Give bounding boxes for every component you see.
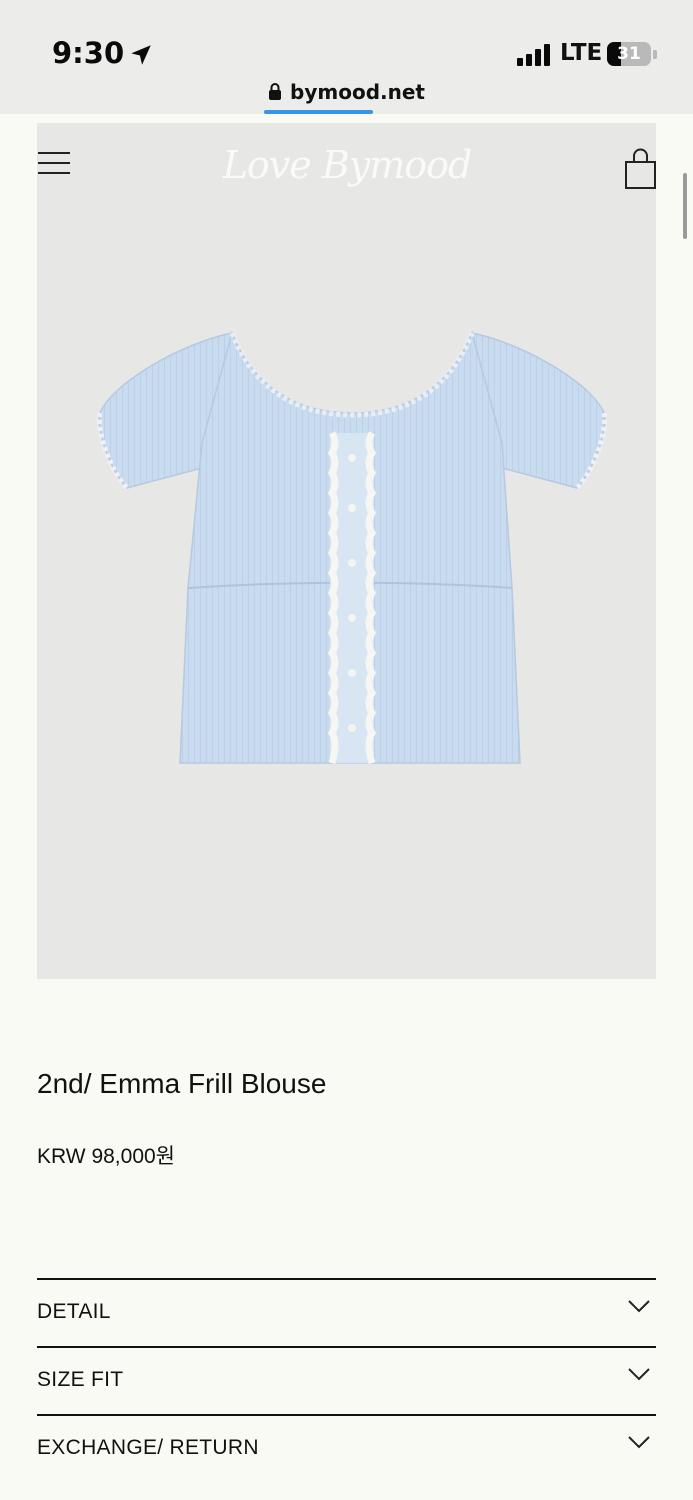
accordion-detail[interactable]: DETAIL (37, 1278, 656, 1346)
status-bar: 9:30 LTE 31 bymood.net (0, 0, 693, 114)
product-title: 2nd/ Emma Frill Blouse (37, 1068, 327, 1099)
cellular-signal-icon (517, 44, 553, 66)
location-arrow-icon (131, 45, 151, 65)
chevron-down-icon (628, 1300, 650, 1313)
url-text: bymood.net (290, 80, 425, 104)
accordion-exchange-return[interactable]: EXCHANGE/ RETURN (37, 1414, 656, 1482)
product-price: KRW 98,000원 (37, 1145, 175, 1168)
battery-percent: 31 (617, 44, 641, 64)
page-scrollbar[interactable] (683, 173, 687, 239)
accordion-label: EXCHANGE/ RETURN (37, 1436, 259, 1459)
status-time: 9:30 (52, 36, 125, 70)
chevron-down-icon (628, 1368, 650, 1381)
chevron-down-icon (628, 1436, 650, 1449)
network-type: LTE (560, 40, 603, 66)
accordion-size-fit[interactable]: SIZE FIT (37, 1346, 656, 1414)
accordion-label: SIZE FIT (37, 1368, 124, 1391)
url-bar[interactable]: bymood.net (0, 80, 693, 104)
battery-icon: 31 (607, 42, 651, 66)
accordion-label: DETAIL (37, 1300, 111, 1323)
product-image[interactable] (92, 323, 612, 783)
hamburger-menu-icon[interactable] (38, 152, 70, 174)
shopping-bag-icon[interactable] (624, 148, 657, 190)
battery-cap (653, 50, 657, 59)
product-info-accordion: DETAIL SIZE FIT EXCHANGE/ RETURN (37, 1278, 656, 1482)
site-logo[interactable]: Love Bymood (207, 143, 487, 187)
lock-icon (269, 83, 282, 100)
product-hero: Love Bymood (37, 123, 656, 979)
page-load-progress (264, 110, 373, 114)
